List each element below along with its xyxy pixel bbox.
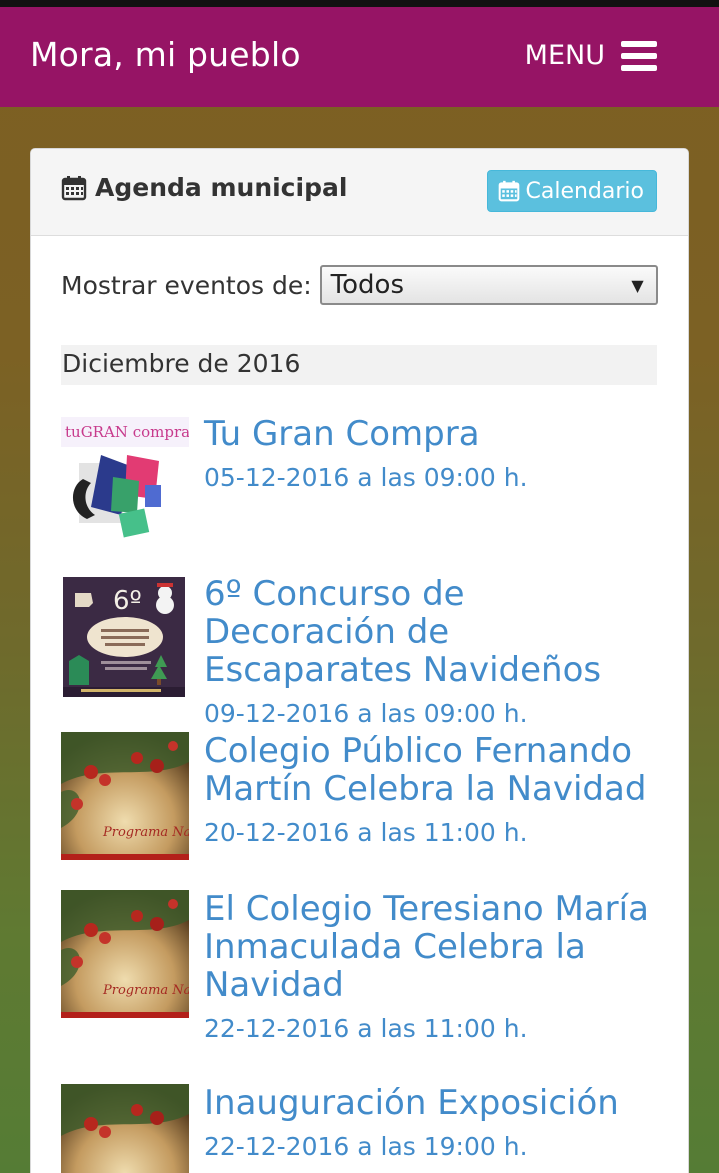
calendar-icon: [61, 175, 87, 200]
thumb-text: tuGRAN compra: [65, 423, 189, 441]
event-date: 22-12-2016 a las 19:00 h.: [204, 1132, 528, 1161]
event-thumbnail[interactable]: Programa Navideño: [61, 890, 189, 1018]
event-title[interactable]: Tu Gran Compra: [204, 415, 659, 453]
poster-image: 6º: [61, 575, 189, 703]
event-thumbnail[interactable]: [61, 1084, 189, 1173]
event-title[interactable]: 6º Concurso de Decoración de Escaparates…: [204, 575, 659, 689]
event-date: 05-12-2016 a las 09:00 h.: [204, 463, 528, 492]
event-thumbnail[interactable]: 6º: [61, 575, 189, 703]
christmas-program-image: Programa Navideño: [61, 732, 189, 860]
panel-title-text: Agenda municipal: [95, 173, 348, 202]
calendar-icon: [498, 180, 519, 202]
hamburger-icon: [621, 40, 657, 71]
filter-label: Mostrar eventos de:: [61, 270, 312, 300]
menu-label: MENU: [524, 40, 605, 71]
navbar: Mora, mi pueblo MENU: [0, 7, 719, 107]
event-type-select[interactable]: Todos ▼: [319, 265, 658, 305]
event-title[interactable]: Colegio Público Fernando Martín Celebra …: [204, 732, 659, 808]
shopping-bags-image: tuGRAN compra: [61, 415, 189, 543]
panel-title: Agenda municipal: [61, 173, 347, 202]
thumb-text: Programa Navideño: [102, 983, 189, 998]
event-body: 6º Concurso de Decoración de Escaparates…: [204, 575, 659, 728]
event-title[interactable]: Inauguración Exposición: [204, 1084, 659, 1122]
agenda-panel: Agenda municipal Calendario Mostrar even…: [30, 148, 689, 1173]
christmas-program-image: Programa Navideño: [61, 890, 189, 1018]
event-date: 20-12-2016 a las 11:00 h.: [204, 818, 528, 847]
select-value: Todos: [330, 270, 404, 300]
calendar-button[interactable]: Calendario: [486, 170, 657, 212]
panel-heading: Agenda municipal Calendario: [31, 149, 688, 236]
event-thumbnail[interactable]: Programa Navideño: [61, 732, 189, 860]
event-body: Colegio Público Fernando Martín Celebra …: [204, 732, 659, 847]
event-date: 09-12-2016 a las 09:00 h.: [204, 699, 528, 728]
calendar-button-label: Calendario: [525, 178, 645, 204]
event-title[interactable]: El Colegio Teresiano María Inmaculada Ce…: [204, 890, 659, 1004]
thumb-text: Programa Navideño: [102, 825, 189, 840]
event-body: El Colegio Teresiano María Inmaculada Ce…: [204, 890, 659, 1043]
dropdown-arrow-icon: ▼: [631, 276, 644, 295]
christmas-program-image: [61, 1084, 189, 1173]
event-thumbnail[interactable]: tuGRAN compra: [61, 415, 189, 543]
thumb-text: 6º: [113, 586, 142, 616]
month-header: Diciembre de 2016: [61, 345, 657, 385]
menu-button[interactable]: MENU: [525, 40, 657, 71]
event-filter: Mostrar eventos de: Todos ▼: [61, 265, 658, 305]
event-body: Inauguración Exposición 22-12-2016 a las…: [204, 1084, 659, 1161]
event-date: 22-12-2016 a las 11:00 h.: [204, 1014, 528, 1043]
status-bar: [0, 0, 719, 7]
event-body: Tu Gran Compra 05-12-2016 a las 09:00 h.: [204, 415, 659, 492]
site-brand[interactable]: Mora, mi pueblo: [30, 35, 301, 74]
